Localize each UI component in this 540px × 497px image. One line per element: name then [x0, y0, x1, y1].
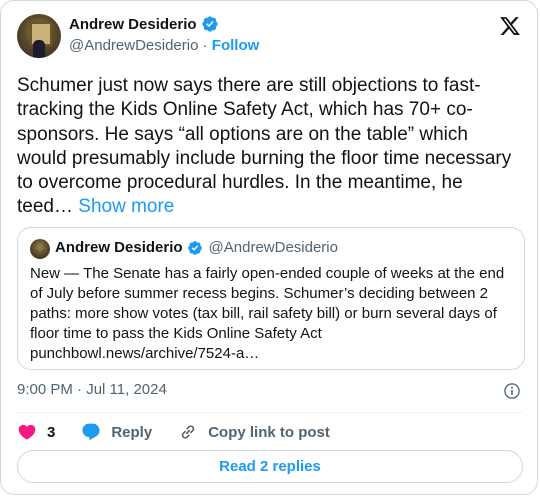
author-avatar[interactable]: [17, 14, 61, 58]
info-icon[interactable]: [503, 382, 521, 400]
quoted-tweet-header: Andrew Desiderio @AndrewDesiderio: [55, 239, 338, 256]
heart-icon: [18, 424, 36, 440]
quoted-tweet[interactable]: Andrew Desiderio @AndrewDesiderio New — …: [17, 227, 525, 370]
action-bar: 3 Reply Copy link to post: [17, 422, 356, 442]
divider: [17, 412, 523, 413]
quoted-author-avatar: [30, 239, 50, 259]
link-icon: [181, 425, 195, 439]
follow-button[interactable]: Follow: [212, 37, 260, 54]
verified-badge-icon: [187, 240, 202, 255]
reply-label: Reply: [111, 423, 153, 441]
tweet-card: Andrew Desiderio @AndrewDesiderio · Foll…: [0, 0, 538, 495]
copy-link-button[interactable]: Copy link to post: [178, 422, 330, 442]
separator-dot: ·: [202, 37, 208, 54]
reply-button[interactable]: Reply: [81, 422, 152, 442]
show-more-link[interactable]: Show more: [78, 196, 174, 217]
x-logo-icon[interactable]: [499, 15, 521, 37]
tweet-text: Schumer just now says there are still ob…: [17, 74, 517, 220]
post-timestamp[interactable]: 9:00 PM · Jul 11, 2024: [17, 381, 167, 398]
verified-badge-icon: [201, 16, 218, 32]
quoted-tweet-text: New — The Senate has a fairly open-ended…: [30, 265, 505, 362]
like-button[interactable]: 3: [17, 422, 55, 442]
copy-link-label: Copy link to post: [208, 423, 330, 441]
like-count: 3: [47, 423, 56, 441]
author-name[interactable]: Andrew Desiderio: [69, 16, 197, 33]
reply-bubble-icon: [82, 423, 100, 441]
quoted-author-name: Andrew Desiderio: [55, 239, 183, 256]
author-name-row: Andrew Desiderio: [69, 15, 219, 33]
quoted-author-handle: @AndrewDesiderio: [208, 239, 338, 256]
read-replies-button[interactable]: Read 2 replies: [17, 450, 523, 483]
author-handle[interactable]: @AndrewDesiderio: [69, 37, 198, 54]
author-handle-row: @AndrewDesiderio · Follow: [69, 37, 259, 54]
